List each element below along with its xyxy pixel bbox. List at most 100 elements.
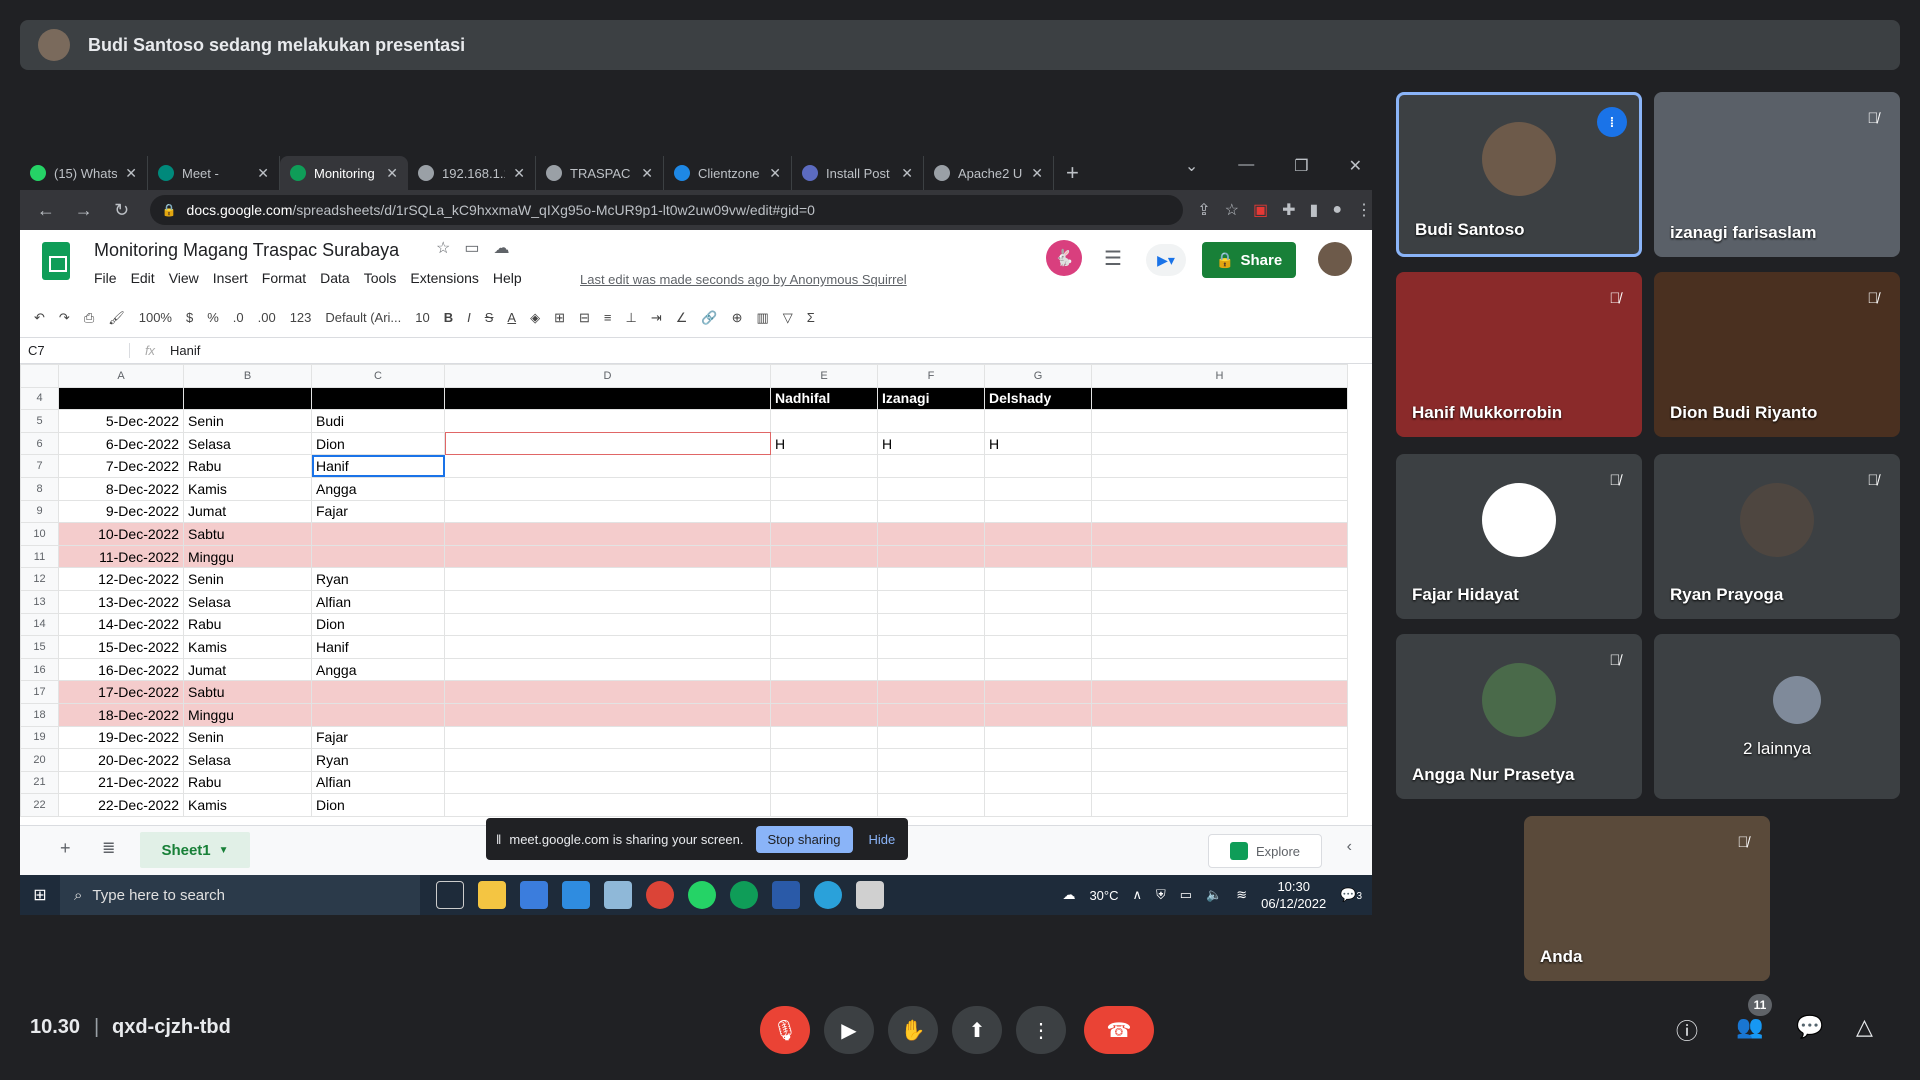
browser-tab[interactable]: Install Post ✕ <box>792 156 924 190</box>
day-cell[interactable]: Senin <box>183 409 312 433</box>
day-cell[interactable]: Rabu <box>183 612 312 637</box>
cloud-status-icon[interactable]: ☁ <box>493 238 509 258</box>
strikethrough-icon[interactable]: S <box>485 310 494 325</box>
row-header[interactable]: 11 <box>20 544 59 569</box>
currency-format-button[interactable]: $ <box>186 310 193 325</box>
attendance-cell-f[interactable] <box>877 680 985 704</box>
date-cell[interactable]: 6-Dec-2022 <box>58 431 184 456</box>
notes-icon[interactable] <box>604 881 632 909</box>
cell[interactable] <box>444 612 771 637</box>
text-wrap-icon[interactable]: ⇥ <box>651 310 662 326</box>
date-cell[interactable]: 5-Dec-2022 <box>58 409 184 433</box>
attendance-cell-e[interactable] <box>770 657 878 682</box>
cell[interactable] <box>1091 748 1348 772</box>
browser-tab[interactable]: Meet - ✕ <box>148 156 280 190</box>
merge-cells-icon[interactable]: ⊟ <box>579 310 590 326</box>
select-all-corner[interactable] <box>20 364 59 388</box>
cell[interactable] <box>1091 386 1348 411</box>
present-button[interactable]: ⬆ <box>952 1006 1002 1054</box>
column-header[interactable]: G <box>984 364 1092 388</box>
name-cell[interactable]: Ryan <box>311 567 445 591</box>
day-cell[interactable]: Sabtu <box>183 522 312 546</box>
percent-format-button[interactable]: % <box>207 310 219 325</box>
attendance-cell-f[interactable] <box>877 770 985 795</box>
cell[interactable] <box>444 725 771 750</box>
attendance-cell-g[interactable] <box>984 680 1092 704</box>
battery-icon[interactable]: ▭ <box>1180 887 1192 903</box>
date-cell[interactable]: 17-Dec-2022 <box>58 680 184 704</box>
attendance-cell-e[interactable] <box>770 725 878 750</box>
weather-icon[interactable]: ☁ <box>1062 887 1075 903</box>
explore-button[interactable]: Explore <box>1208 834 1322 868</box>
cell[interactable] <box>1091 567 1348 591</box>
share-page-icon[interactable]: ⇪ <box>1197 200 1210 220</box>
attendance-cell-g[interactable] <box>984 793 1092 817</box>
name-cell[interactable]: Hanif <box>311 635 445 659</box>
row-header[interactable]: 20 <box>20 748 59 772</box>
row-header[interactable]: 8 <box>20 476 59 501</box>
menu-item-format[interactable]: Format <box>262 270 306 286</box>
meet-icon[interactable]: ▶▾ <box>1146 244 1186 276</box>
vertical-align-icon[interactable]: ⊥ <box>626 310 637 326</box>
restore-icon[interactable]: ❐ <box>1294 156 1308 176</box>
cell[interactable] <box>444 589 771 614</box>
bold-icon[interactable]: B <box>444 310 453 325</box>
windows-start-icon[interactable]: ⊞ <box>20 885 60 905</box>
attendance-cell-e[interactable] <box>770 544 878 569</box>
name-cell[interactable]: Angga <box>311 657 445 682</box>
name-cell[interactable] <box>311 522 445 546</box>
cell-table[interactable]: ABCDEFGH 4 Nadhifal Izanagi Delshady 5 5… <box>20 364 1348 817</box>
participant-tile[interactable]: 🎙̸ izanagi farisaslam <box>1654 92 1900 257</box>
attendance-cell-g[interactable]: H <box>984 431 1092 456</box>
reload-icon[interactable]: ↻ <box>110 200 134 221</box>
attendance-cell-e[interactable]: H <box>770 431 878 456</box>
task-view-icon[interactable] <box>436 881 464 909</box>
name-cell[interactable]: Budi <box>311 409 445 433</box>
name-cell[interactable]: Alfian <box>311 770 445 795</box>
attendance-cell-f[interactable] <box>877 522 985 546</box>
minimize-icon[interactable]: — <box>1238 156 1254 176</box>
undo-icon[interactable]: ↶ <box>34 310 45 326</box>
cell[interactable] <box>1091 725 1348 750</box>
attendance-cell-g[interactable] <box>984 770 1092 795</box>
cell[interactable] <box>444 476 771 501</box>
attendance-cell-f[interactable] <box>877 725 985 750</box>
name-box[interactable]: C7 <box>20 343 130 358</box>
notification-icon[interactable]: 💬3 <box>1340 887 1362 903</box>
column-header[interactable]: F <box>877 364 985 388</box>
raise-hand-button[interactable]: ✋ <box>888 1006 938 1054</box>
attendance-cell-f[interactable] <box>877 793 985 817</box>
text-rotation-icon[interactable]: ∠ <box>676 310 688 326</box>
close-tab-icon[interactable]: ✕ <box>1031 165 1043 182</box>
more-formats-button[interactable]: 123 <box>290 310 312 325</box>
day-cell[interactable]: Kamis <box>183 476 312 501</box>
attendance-cell-f[interactable] <box>877 454 985 478</box>
close-tab-icon[interactable]: ✕ <box>641 165 653 182</box>
row-header[interactable]: 5 <box>20 409 59 433</box>
date-cell[interactable]: 7-Dec-2022 <box>58 454 184 478</box>
close-tab-icon[interactable]: ✕ <box>513 165 525 182</box>
column-header[interactable]: C <box>311 364 445 388</box>
day-cell[interactable]: Rabu <box>183 454 312 478</box>
participant-tile[interactable]: 🎙̸ Dion Budi Riyanto <box>1654 272 1900 437</box>
participant-tile[interactable]: 🎙̸ Angga Nur Prasetya <box>1396 634 1642 799</box>
attendance-cell-e[interactable] <box>770 589 878 614</box>
taskbar-search[interactable]: ⌕ Type here to search <box>60 875 420 915</box>
day-cell[interactable]: Kamis <box>183 635 312 659</box>
name-cell[interactable]: Dion <box>311 431 445 456</box>
activities-icon[interactable]: △ <box>1856 1014 1873 1040</box>
date-cell[interactable]: 9-Dec-2022 <box>58 499 184 524</box>
participant-tile[interactable]: ⁞ Budi Santoso <box>1396 92 1642 257</box>
date-cell[interactable]: 15-Dec-2022 <box>58 635 184 659</box>
url-field[interactable]: 🔒 docs.google.com /spreadsheets/d/1rSQLa… <box>149 195 1184 225</box>
attendance-cell-g[interactable] <box>984 544 1092 569</box>
cell[interactable] <box>444 702 771 727</box>
move-folder-icon[interactable]: ▭ <box>464 238 479 258</box>
day-cell[interactable]: Selasa <box>183 431 312 456</box>
chrome-icon[interactable] <box>646 881 674 909</box>
back-icon[interactable]: ← <box>34 200 58 221</box>
menu-item-extensions[interactable]: Extensions <box>410 270 478 286</box>
name-cell[interactable]: Fajar <box>311 499 445 524</box>
redo-icon[interactable]: ↷ <box>59 310 70 326</box>
attendance-cell-e[interactable] <box>770 793 878 817</box>
